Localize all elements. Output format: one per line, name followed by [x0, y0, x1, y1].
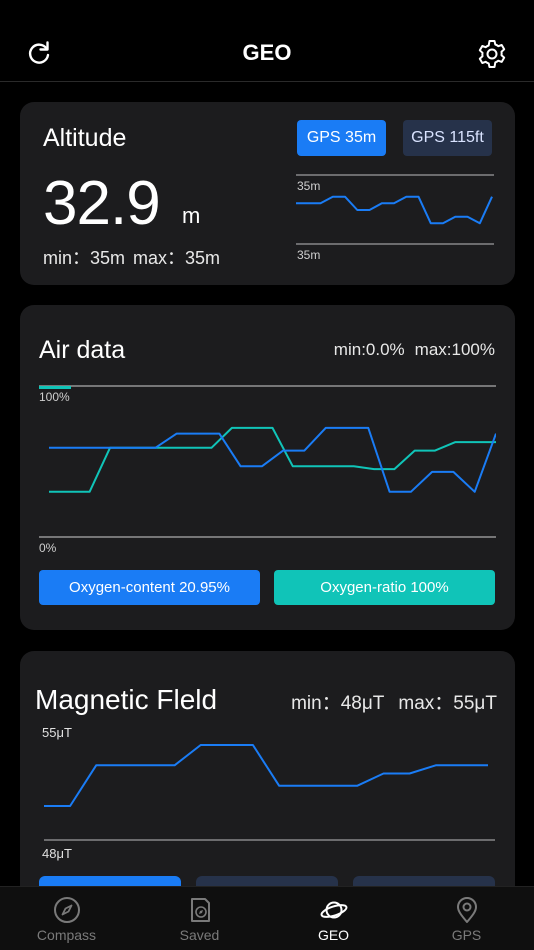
magnetic-field-bottom-label: 48μT — [42, 846, 72, 861]
tab-saved-label: Saved — [179, 927, 220, 943]
air-data-title: Air data — [39, 336, 126, 364]
planet-icon — [320, 901, 347, 919]
tab-saved[interactable]: Saved — [133, 887, 266, 950]
air-data-min: min:0.0% — [333, 340, 405, 359]
tab-gps-label: GPS — [451, 927, 482, 943]
air-data-bottom-label: 0% — [39, 541, 57, 555]
gps-meters-button[interactable]: GPS 35m — [297, 120, 386, 156]
tab-compass-label: Compass — [36, 927, 97, 943]
air-data-min-max: min:0.0% max:100% — [324, 340, 495, 360]
oxygen-ratio-button[interactable]: Oxygen-ratio 100% — [274, 570, 495, 605]
altitude-series-line — [296, 195, 493, 225]
air-data-max: max:100% — [414, 340, 495, 359]
air-data-top-label: 100% — [39, 390, 70, 404]
oxygen-content-button[interactable]: Oxygen-content 20.95% — [39, 570, 260, 605]
gear-icon[interactable] — [476, 38, 508, 70]
magnetic-field-series-line — [44, 744, 488, 807]
air-data-legend-swatch — [39, 386, 71, 389]
altitude-min-max: min：35m max：35m — [43, 244, 228, 270]
air-data-card: Air data min:0.0% max:100% 100% 0% Oxygen… — [20, 305, 515, 630]
oxygen-content-series-line — [49, 426, 496, 493]
tab-gps[interactable]: GPS — [400, 887, 533, 950]
magnetic-field-min-max: min：48μT max：55μT — [277, 688, 497, 715]
top-bar: GEO — [0, 0, 534, 82]
gps-feet-button[interactable]: GPS 115ft — [403, 120, 492, 156]
magnetic-field-min: min：48μT — [291, 693, 385, 714]
magnetic-field-chart — [44, 744, 495, 841]
tab-compass[interactable]: Compass — [0, 887, 133, 950]
page-title: GEO — [242, 40, 292, 65]
magnetic-field-title: Magnetic Fleld — [35, 684, 218, 715]
altitude-chart — [296, 174, 494, 245]
magnetic-field-card: Magnetic Fleld min：48μT max：55μT 55μT 48μ… — [20, 651, 515, 911]
tab-geo[interactable]: GEO — [267, 887, 400, 950]
air-data-chart — [39, 385, 496, 538]
altitude-title: Altitude — [43, 124, 127, 152]
magnetic-field-top-label: 55μT — [42, 725, 72, 740]
magnetic-field-max: max：55μT — [398, 693, 497, 714]
altitude-min: min：35m — [43, 248, 126, 268]
bottom-tab-bar: Compass Saved GEO GPS — [0, 886, 534, 950]
saved-icon — [190, 898, 210, 922]
tab-geo-label: GEO — [317, 927, 350, 943]
altitude-max: max：35m — [133, 248, 221, 268]
altitude-unit: m — [182, 203, 201, 228]
oxygen-ratio-series-line — [49, 426, 496, 493]
altitude-value: 32.9 — [43, 169, 161, 238]
location-pin-icon — [456, 897, 477, 923]
altitude-chart-bottom-label: 35m — [297, 248, 321, 262]
compass-icon — [53, 897, 80, 923]
altitude-chart-top-label: 35m — [297, 179, 321, 193]
altitude-card: Altitude 32.9 m min：35m max：35m GPS 35m G… — [20, 102, 515, 285]
